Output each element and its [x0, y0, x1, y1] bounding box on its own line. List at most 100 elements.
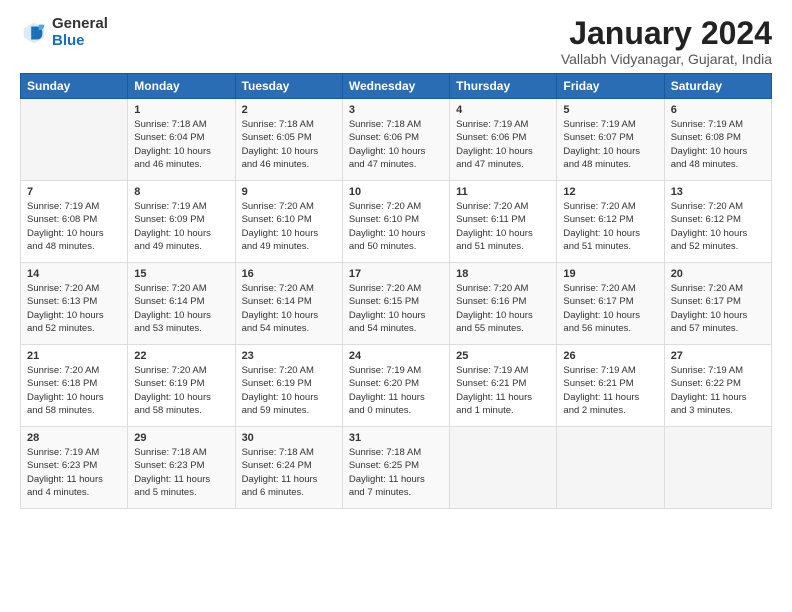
col-sunday: Sunday	[21, 74, 128, 99]
day-info: Sunrise: 7:20 AM Sunset: 6:18 PM Dayligh…	[27, 364, 121, 417]
day-number: 14	[27, 268, 121, 280]
calendar-cell: 11 Sunrise: 7:20 AM Sunset: 6:11 PM Dayli…	[450, 181, 557, 263]
day-info: Sunrise: 7:19 AM Sunset: 6:08 PM Dayligh…	[27, 200, 121, 253]
calendar-cell	[557, 427, 664, 509]
calendar-cell: 6Sunrise: 7:19 AM Sunset: 6:08 PM Daylig…	[664, 99, 771, 181]
day-info: Sunrise: 7:18 AM Sunset: 6:04 PM Dayligh…	[134, 118, 228, 171]
col-saturday: Saturday	[664, 74, 771, 99]
day-info: Sunrise: 7:20 AM Sunset: 6:10 PM Dayligh…	[242, 200, 336, 253]
day-info: Sunrise: 7:20 AM Sunset: 6:10 PM Dayligh…	[349, 200, 443, 253]
day-info: Sunrise: 7:19 AM Sunset: 6:21 PM Dayligh…	[456, 364, 550, 417]
day-info: Sunrise: 7:20 AM Sunset: 6:14 PM Dayligh…	[242, 282, 336, 335]
logo-text: General Blue	[52, 16, 108, 49]
calendar-cell: 23 Sunrise: 7:20 AM Sunset: 6:19 PM Dayli…	[235, 345, 342, 427]
calendar-cell: 21 Sunrise: 7:20 AM Sunset: 6:18 PM Dayli…	[21, 345, 128, 427]
title-block: January 2024 Vallabh Vidyanagar, Gujarat…	[561, 16, 772, 67]
day-info: Sunrise: 7:19 AM Sunset: 6:20 PM Dayligh…	[349, 364, 443, 417]
calendar-cell: 27Sunrise: 7:19 AM Sunset: 6:22 PM Dayli…	[664, 345, 771, 427]
calendar-cell: 9 Sunrise: 7:20 AM Sunset: 6:10 PM Daylig…	[235, 181, 342, 263]
day-number: 13	[671, 186, 765, 198]
calendar-cell: 30Sunrise: 7:18 AM Sunset: 6:24 PM Dayli…	[235, 427, 342, 509]
day-info: Sunrise: 7:20 AM Sunset: 6:13 PM Dayligh…	[27, 282, 121, 335]
day-number: 26	[563, 350, 657, 362]
calendar-week-4: 21 Sunrise: 7:20 AM Sunset: 6:18 PM Dayli…	[21, 345, 772, 427]
calendar-cell: 18Sunrise: 7:20 AM Sunset: 6:16 PM Dayli…	[450, 263, 557, 345]
col-tuesday: Tuesday	[235, 74, 342, 99]
day-number: 30	[242, 432, 336, 444]
calendar-cell: 31 Sunrise: 7:18 AM Sunset: 6:25 PM Dayli…	[342, 427, 449, 509]
month-title: January 2024	[561, 16, 772, 51]
calendar-cell: 15 Sunrise: 7:20 AM Sunset: 6:14 PM Dayli…	[128, 263, 235, 345]
calendar-week-3: 14 Sunrise: 7:20 AM Sunset: 6:13 PM Dayli…	[21, 263, 772, 345]
day-info: Sunrise: 7:20 AM Sunset: 6:11 PM Dayligh…	[456, 200, 550, 253]
calendar-cell: 22Sunrise: 7:20 AM Sunset: 6:19 PM Dayli…	[128, 345, 235, 427]
day-number: 17	[349, 268, 443, 280]
day-info: Sunrise: 7:19 AM Sunset: 6:08 PM Dayligh…	[671, 118, 765, 171]
day-number: 29	[134, 432, 228, 444]
calendar-cell	[450, 427, 557, 509]
day-number: 4	[456, 104, 550, 116]
calendar-cell: 19 Sunrise: 7:20 AM Sunset: 6:17 PM Dayli…	[557, 263, 664, 345]
day-info: Sunrise: 7:19 AM Sunset: 6:06 PM Dayligh…	[456, 118, 550, 171]
calendar-cell: 24 Sunrise: 7:19 AM Sunset: 6:20 PM Dayli…	[342, 345, 449, 427]
calendar-cell	[21, 99, 128, 181]
calendar-cell: 16 Sunrise: 7:20 AM Sunset: 6:14 PM Dayli…	[235, 263, 342, 345]
day-number: 21	[27, 350, 121, 362]
day-number: 8	[134, 186, 228, 198]
calendar-cell: 8 Sunrise: 7:19 AM Sunset: 6:09 PM Daylig…	[128, 181, 235, 263]
calendar-cell: 12 Sunrise: 7:20 AM Sunset: 6:12 PM Dayli…	[557, 181, 664, 263]
day-number: 9	[242, 186, 336, 198]
calendar-week-5: 28Sunrise: 7:19 AM Sunset: 6:23 PM Dayli…	[21, 427, 772, 509]
day-info: Sunrise: 7:18 AM Sunset: 6:25 PM Dayligh…	[349, 446, 443, 499]
header: General Blue January 2024 Vallabh Vidyan…	[20, 16, 772, 67]
day-number: 18	[456, 268, 550, 280]
calendar-body: 1 Sunrise: 7:18 AM Sunset: 6:04 PM Daylig…	[21, 99, 772, 509]
calendar-week-2: 7 Sunrise: 7:19 AM Sunset: 6:08 PM Daylig…	[21, 181, 772, 263]
calendar-cell: 25Sunrise: 7:19 AM Sunset: 6:21 PM Dayli…	[450, 345, 557, 427]
calendar-cell: 26 Sunrise: 7:19 AM Sunset: 6:21 PM Dayli…	[557, 345, 664, 427]
day-info: Sunrise: 7:20 AM Sunset: 6:17 PM Dayligh…	[671, 282, 765, 335]
day-info: Sunrise: 7:18 AM Sunset: 6:06 PM Dayligh…	[349, 118, 443, 171]
day-number: 24	[349, 350, 443, 362]
day-info: Sunrise: 7:19 AM Sunset: 6:21 PM Dayligh…	[563, 364, 657, 417]
day-info: Sunrise: 7:20 AM Sunset: 6:19 PM Dayligh…	[242, 364, 336, 417]
logo-blue-text: Blue	[52, 33, 108, 50]
day-info: Sunrise: 7:19 AM Sunset: 6:23 PM Dayligh…	[27, 446, 121, 499]
calendar-week-1: 1 Sunrise: 7:18 AM Sunset: 6:04 PM Daylig…	[21, 99, 772, 181]
day-info: Sunrise: 7:20 AM Sunset: 6:17 PM Dayligh…	[563, 282, 657, 335]
day-number: 16	[242, 268, 336, 280]
logo-icon	[20, 19, 48, 47]
day-number: 3	[349, 104, 443, 116]
calendar-cell: 13Sunrise: 7:20 AM Sunset: 6:12 PM Dayli…	[664, 181, 771, 263]
day-info: Sunrise: 7:19 AM Sunset: 6:22 PM Dayligh…	[671, 364, 765, 417]
day-number: 31	[349, 432, 443, 444]
day-number: 23	[242, 350, 336, 362]
day-number: 12	[563, 186, 657, 198]
day-info: Sunrise: 7:20 AM Sunset: 6:12 PM Dayligh…	[563, 200, 657, 253]
calendar-cell: 17Sunrise: 7:20 AM Sunset: 6:15 PM Dayli…	[342, 263, 449, 345]
day-number: 7	[27, 186, 121, 198]
location: Vallabh Vidyanagar, Gujarat, India	[561, 51, 772, 67]
day-number: 10	[349, 186, 443, 198]
day-number: 15	[134, 268, 228, 280]
day-number: 22	[134, 350, 228, 362]
day-number: 19	[563, 268, 657, 280]
calendar-cell: 14 Sunrise: 7:20 AM Sunset: 6:13 PM Dayli…	[21, 263, 128, 345]
logo: General Blue	[20, 16, 108, 49]
col-friday: Friday	[557, 74, 664, 99]
day-number: 2	[242, 104, 336, 116]
day-number: 11	[456, 186, 550, 198]
calendar-cell: 4 Sunrise: 7:19 AM Sunset: 6:06 PM Daylig…	[450, 99, 557, 181]
day-number: 1	[134, 104, 228, 116]
calendar-cell: 29Sunrise: 7:18 AM Sunset: 6:23 PM Dayli…	[128, 427, 235, 509]
day-number: 5	[563, 104, 657, 116]
calendar-table: Sunday Monday Tuesday Wednesday Thursday…	[20, 73, 772, 509]
calendar-cell: 20Sunrise: 7:20 AM Sunset: 6:17 PM Dayli…	[664, 263, 771, 345]
day-info: Sunrise: 7:18 AM Sunset: 6:05 PM Dayligh…	[242, 118, 336, 171]
calendar-cell: 5Sunrise: 7:19 AM Sunset: 6:07 PM Daylig…	[557, 99, 664, 181]
day-info: Sunrise: 7:19 AM Sunset: 6:09 PM Dayligh…	[134, 200, 228, 253]
day-info: Sunrise: 7:20 AM Sunset: 6:14 PM Dayligh…	[134, 282, 228, 335]
calendar-cell: 28Sunrise: 7:19 AM Sunset: 6:23 PM Dayli…	[21, 427, 128, 509]
calendar-cell	[664, 427, 771, 509]
calendar-cell: 10 Sunrise: 7:20 AM Sunset: 6:10 PM Dayli…	[342, 181, 449, 263]
